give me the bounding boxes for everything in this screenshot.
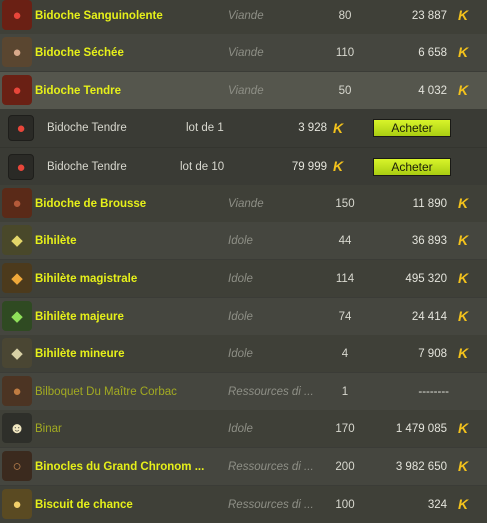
raw-meat-icon: ● [2,0,32,30]
kamas-icon: K [457,82,469,98]
item-name: Bilboquet Du Maître Corbac [35,385,177,398]
lot-price: 79 999 [291,160,327,173]
buy-button[interactable]: Acheter [373,119,451,137]
raw-meat-icon: ● [8,115,34,141]
idol-icon: ☻ [2,413,32,443]
item-price: 495 320 [405,272,447,285]
item-price: 4 032 [418,84,447,97]
kamas-icon: K [457,195,469,211]
item-name: Bihilète [35,234,77,247]
item-name: Bidoche Sanguinolente [35,9,163,22]
list-item[interactable]: ● Biscuit de chance Ressources di ... 10… [0,486,487,523]
kamas-icon: K [457,458,469,474]
item-category: Viande [228,9,264,22]
item-price: 36 893 [411,234,447,247]
lot-price: 3 928 [298,122,327,134]
item-price: 3 982 650 [395,460,447,473]
kamas-icon: K [457,232,469,248]
steak-icon: ● [2,188,32,218]
raw-meat-icon: ● [2,75,32,105]
item-price: 7 908 [418,347,447,360]
item-price: 6 658 [418,46,447,59]
list-item[interactable]: ○ Binocles du Grand Chronom ... Ressourc… [0,448,487,485]
item-price: -------- [418,385,449,398]
item-price: 1 479 085 [395,422,447,435]
lot-item-name: Bidoche Tendre [47,122,127,134]
binoculars-icon: ○ [2,451,32,481]
kamas-icon: K [457,345,469,361]
idol-icon: ◆ [2,301,32,331]
idol-icon: ◆ [2,225,32,255]
kamas-icon: K [333,119,344,136]
kamas-icon: K [457,420,469,436]
kamas-icon: K [457,496,469,512]
list-item[interactable]: ● Bidoche de Brousse Viande 150 11 890 K [0,185,487,222]
list-item[interactable]: ◆ Bihilète magistrale Idole 114 495 320 … [0,260,487,297]
list-item[interactable]: ● Bidoche Séchée Viande 110 6 658 K [0,34,487,71]
item-name: Binocles du Grand Chronom ... [35,460,205,473]
item-category: Idole [228,422,253,435]
kamas-icon: K [457,270,469,286]
list-item[interactable]: ● Bidoche Sanguinolente Viande 80 23 887… [0,0,487,34]
item-category: Idole [228,347,253,360]
item-name: Bihilète magistrale [35,272,138,285]
idol-icon: ◆ [2,338,32,368]
item-category: Viande [228,197,264,210]
item-list: ● Bidoche Sanguinolente Viande 80 23 887… [0,0,487,523]
kamas-icon: K [457,7,469,23]
item-name: Binar [35,422,62,435]
item-price: 324 [427,498,447,511]
item-price: 23 887 [411,9,447,22]
item-category: Ressources di ... [228,498,313,511]
item-name: Bidoche Tendre [35,84,122,97]
list-item[interactable]: ◆ Bihilète majeure Idole 74 24 414 K [0,298,487,335]
item-name: Bihilète majeure [35,310,124,323]
item-name: Bidoche Séchée [35,46,124,59]
cup-and-ball-icon: ● [2,376,32,406]
item-category: Viande [228,46,264,59]
item-category: Ressources di ... [228,385,313,398]
lot-size: lot de 10 [180,160,225,173]
item-category: Idole [228,272,253,285]
item-category: Idole [228,310,253,323]
list-item[interactable]: ☻ Binar Idole 170 1 479 085 K [0,410,487,447]
dried-meat-icon: ● [2,37,32,67]
list-item[interactable]: ● Bilboquet Du Maître Corbac Ressources … [0,373,487,410]
list-item[interactable]: ◆ Bihilète mineure Idole 4 7 908 K [0,335,487,372]
lot-row: ● Bidoche Tendre lot de 10 79 999 K Ache… [0,147,487,185]
lot-size: lot de 1 [186,122,224,134]
buy-button[interactable]: Acheter [373,158,451,176]
item-category: Ressources di ... [228,460,313,473]
item-category: Viande [228,84,264,97]
list-item-selected[interactable]: ● Bidoche Tendre Viande 50 4 032 K [0,72,487,109]
item-name: Bidoche de Brousse [35,197,147,210]
item-price: 11 890 [412,197,447,210]
item-price: 24 414 [411,310,447,323]
item-name: Bihilète mineure [35,347,125,360]
list-item[interactable]: ◆ Bihilète Idole 44 36 893 K [0,222,487,259]
item-category: Idole [228,234,253,247]
lot-row: ● Bidoche Tendre lot de 1 3 928 K Achete… [0,109,487,147]
kamas-icon: K [333,158,344,174]
fortune-cookie-icon: ● [2,489,32,519]
idol-icon: ◆ [2,263,32,293]
kamas-icon: K [457,44,469,60]
item-name: Biscuit de chance [35,498,133,511]
lot-item-name: Bidoche Tendre [47,160,127,173]
raw-meat-icon: ● [8,154,34,180]
kamas-icon: K [457,308,469,324]
